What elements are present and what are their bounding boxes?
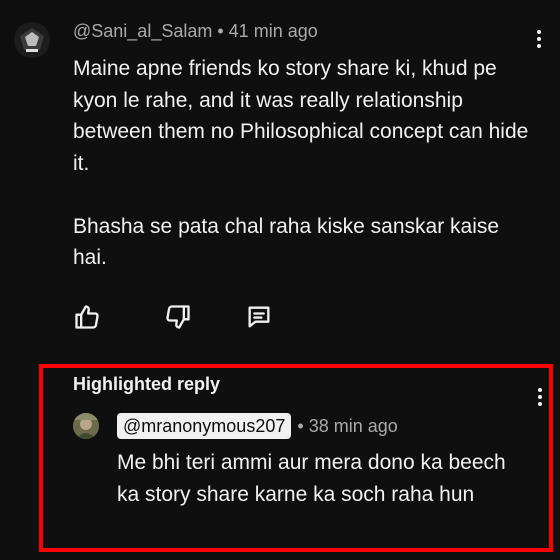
comment-author[interactable]: @Sani_al_Salam [73,21,212,41]
reply-button[interactable] [244,302,274,332]
comment-paragraph: Bhasha se pata chal raha kiske sanskar k… [73,214,500,270]
more-vert-icon[interactable] [529,27,549,51]
reply-body: Me bhi teri ammi aur mera dono ka beech … [117,451,506,506]
reply-icon [248,306,270,328]
reply-timestamp[interactable]: 38 min ago [309,416,398,436]
comment-body: Maine apne friends ko story share ki, kh… [73,53,533,274]
like-button[interactable] [72,302,102,332]
reply-meta: • 38 min ago [297,416,397,437]
dislike-button[interactable] [163,302,193,332]
separator-dot: • [297,415,304,436]
separator-dot: • [217,21,224,41]
more-vert-icon[interactable] [530,385,550,409]
comment-timestamp[interactable]: 41 min ago [229,21,318,41]
avatar[interactable] [73,413,99,439]
comment-header: @Sani_al_Salam • 41 min ago [73,21,318,42]
reply-header: @mranonymous207 • 38 min ago [117,413,398,439]
avatar-image [14,22,50,58]
comment-paragraph: Maine apne friends ko story share ki, kh… [73,57,529,175]
highlighted-reply-label: Highlighted reply [73,374,221,394]
avatar[interactable] [14,22,50,58]
avatar-image [73,413,99,439]
like-icon [75,305,99,329]
dislike-icon [166,305,190,329]
reply-author[interactable]: @mranonymous207 [117,413,292,439]
